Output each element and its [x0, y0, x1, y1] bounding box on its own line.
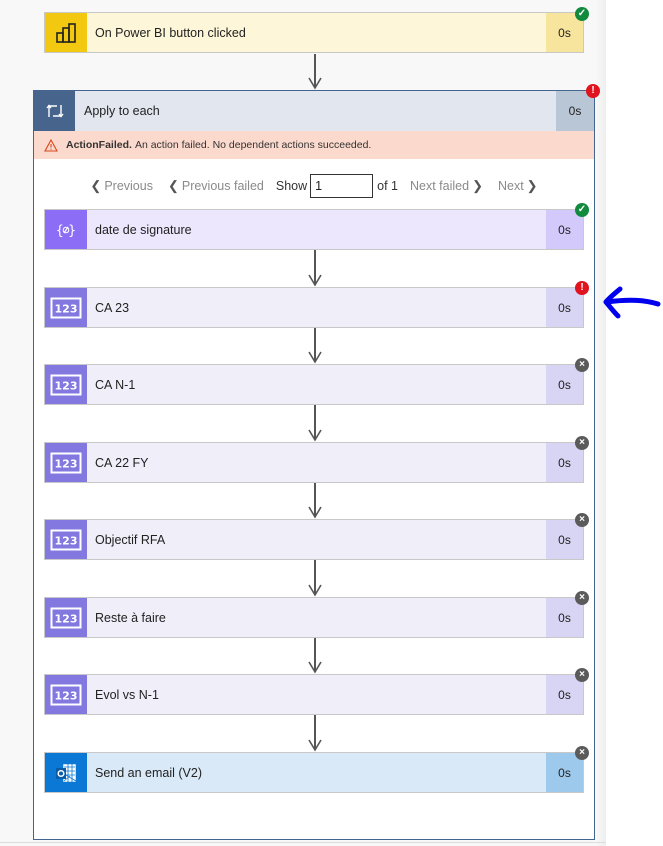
svg-text:123: 123 — [55, 689, 78, 702]
connector-arrow — [308, 638, 322, 674]
action-title: Send an email (V2) — [95, 765, 203, 780]
action-card[interactable]: Send an email (V2) 0s — [44, 752, 584, 793]
apply-to-each-duration: 0s — [556, 91, 594, 131]
show-label: Show — [275, 179, 308, 193]
connector-arrow — [308, 483, 322, 519]
previous-label: Previous — [104, 179, 153, 193]
success-badge-icon: ✓ — [575, 7, 589, 21]
skipped-badge-icon: × — [575, 591, 589, 605]
action-card[interactable]: 123 Objectif RFA 0s — [44, 519, 584, 560]
power-bi-icon — [45, 13, 87, 52]
apply-to-each-header[interactable]: Apply to each 0s — [34, 91, 594, 131]
integer-variable-icon: 123 — [45, 675, 87, 714]
action-title: CA N-1 — [95, 377, 136, 392]
trigger-card[interactable]: On Power BI button clicked 0s — [44, 12, 584, 53]
next-failed-button[interactable]: Next failed ❯ — [410, 178, 486, 194]
previous-button[interactable]: ❮ Previous — [87, 178, 153, 194]
outlook-icon — [45, 753, 87, 792]
loop-icon — [34, 91, 75, 131]
chevron-left-icon: ❮ — [90, 178, 102, 193]
connector-arrow — [308, 560, 322, 597]
compose-variable-icon: { } — [45, 210, 87, 249]
connector-arrow — [308, 715, 322, 752]
connector-arrow — [308, 405, 322, 442]
error-code: ActionFailed. — [66, 139, 132, 151]
svg-text:123: 123 — [55, 534, 78, 547]
connector-arrow — [308, 250, 322, 287]
connector-arrow — [308, 328, 322, 364]
apply-to-each-title: Apply to each — [84, 104, 160, 118]
svg-text:123: 123 — [55, 379, 78, 392]
warning-icon — [44, 138, 58, 152]
iteration-pager: ❮ Previous ❮ Previous failed Show of 1 N… — [34, 173, 594, 199]
action-title: Evol vs N-1 — [95, 687, 159, 702]
skipped-badge-icon: × — [575, 668, 589, 682]
action-card[interactable]: 123 CA 23 0s — [44, 287, 584, 328]
chevron-right-icon: ❯ — [472, 178, 483, 193]
action-title: date de signature — [95, 222, 192, 237]
canvas-edge — [596, 0, 606, 846]
iteration-input[interactable] — [310, 174, 374, 198]
svg-text:123: 123 — [55, 302, 78, 315]
canvas-bottom-divider — [0, 842, 606, 843]
chevron-left-icon: ❮ — [167, 178, 179, 193]
action-title: Reste à faire — [95, 610, 166, 625]
skipped-badge-icon: × — [575, 746, 589, 760]
integer-variable-icon: 123 — [45, 598, 87, 637]
success-badge-icon: ✓ — [575, 203, 589, 217]
chevron-right-icon: ❯ — [526, 178, 538, 193]
action-title: Objectif RFA — [95, 532, 166, 547]
error-badge-icon: ! — [586, 84, 600, 98]
previous-failed-label: Previous failed — [181, 179, 264, 193]
action-card[interactable]: { } date de signature 0s — [44, 209, 584, 250]
error-badge-icon: ! — [575, 281, 589, 295]
skipped-badge-icon: × — [575, 513, 589, 527]
skipped-badge-icon: × — [575, 358, 589, 372]
integer-variable-icon: 123 — [45, 443, 87, 482]
next-button[interactable]: Next ❯ — [498, 178, 541, 194]
next-label: Next — [497, 179, 524, 193]
svg-text:123: 123 — [55, 612, 78, 625]
action-card[interactable]: 123 Reste à faire 0s — [44, 597, 584, 638]
next-failed-label: Next failed — [410, 179, 470, 193]
integer-variable-icon: 123 — [45, 365, 87, 404]
skipped-badge-icon: × — [575, 436, 589, 450]
svg-text:123: 123 — [55, 457, 78, 470]
action-title: CA 22 FY — [95, 455, 149, 470]
integer-variable-icon: 123 — [45, 288, 87, 327]
error-message-bar: ActionFailed. An action failed. No depen… — [34, 131, 594, 159]
action-card[interactable]: 123 CA N-1 0s — [44, 364, 584, 405]
error-message: An action failed. No dependent actions s… — [134, 139, 372, 151]
previous-failed-button[interactable]: ❮ Previous failed — [165, 178, 264, 194]
integer-variable-icon: 123 — [45, 520, 87, 559]
annotation-arrow-icon — [603, 286, 661, 319]
connector-arrow — [308, 54, 322, 90]
iteration-total: of 1 — [377, 179, 398, 193]
trigger-title: On Power BI button clicked — [95, 25, 246, 40]
action-card[interactable]: 123 Evol vs N-1 0s — [44, 674, 584, 715]
action-card[interactable]: 123 CA 22 FY 0s — [44, 442, 584, 483]
action-title: CA 23 — [95, 300, 130, 315]
